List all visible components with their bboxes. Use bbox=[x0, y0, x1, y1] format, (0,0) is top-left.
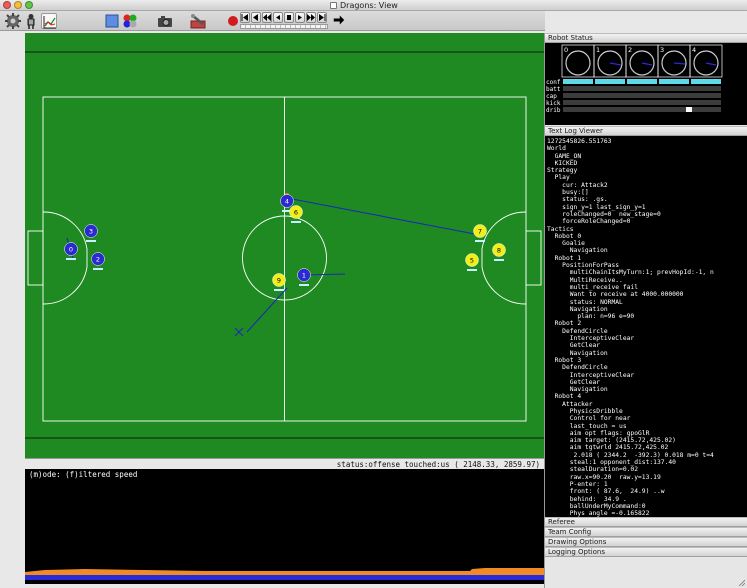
robot-status-header[interactable]: Robot Status bbox=[545, 33, 747, 43]
drawing-options-panel-header[interactable]: Drawing Options bbox=[545, 537, 747, 547]
chart-icon[interactable] bbox=[41, 13, 57, 29]
rewind-icon[interactable] bbox=[262, 12, 272, 23]
forward-arrow-icon[interactable] bbox=[333, 14, 345, 26]
record-icon[interactable] bbox=[225, 13, 241, 29]
zoom-icon[interactable] bbox=[25, 1, 33, 9]
robot-yellow-8-label: 8 bbox=[497, 247, 501, 255]
play-reverse-icon[interactable] bbox=[251, 12, 261, 23]
referee-panel-header[interactable]: Referee bbox=[545, 517, 747, 527]
window-title-text: Dragons: View bbox=[340, 1, 398, 10]
app-window: Dragons: View 0 1 2 3 4 5 6 7 8 9 status… bbox=[0, 0, 747, 588]
close-icon[interactable] bbox=[3, 1, 11, 9]
status-bar: status:offense touched:us ( 2148.33, 285… bbox=[25, 458, 544, 469]
robot-yellow-6-label: 6 bbox=[294, 209, 298, 217]
camera-icon[interactable] bbox=[157, 13, 173, 29]
team-config-panel-header[interactable]: Team Config bbox=[545, 527, 747, 537]
text-log-header[interactable]: Text Log Viewer bbox=[545, 126, 747, 136]
referee-icon[interactable] bbox=[23, 13, 39, 29]
speed-graph[interactable]: (m)ode: (f)iltered speed bbox=[25, 469, 544, 584]
robot-yellow-9-label: 9 bbox=[277, 277, 281, 285]
robot-status-id-1: 1 bbox=[596, 46, 600, 54]
title-bar: Dragons: View bbox=[0, 0, 747, 11]
document-icon bbox=[330, 2, 337, 9]
robot-blue-3-label: 3 bbox=[89, 228, 93, 236]
team-icon[interactable] bbox=[122, 13, 138, 29]
field-view[interactable]: 0 1 2 3 4 5 6 7 8 9 bbox=[25, 33, 544, 458]
robot-status-row-drib: drib bbox=[546, 107, 561, 114]
window-title: Dragons: View bbox=[330, 0, 398, 11]
text-log-content: 1272545826.551763 World GAME_ON KICKED S… bbox=[547, 138, 714, 517]
graph-series-a bbox=[25, 568, 544, 575]
robot-yellow-5-label: 5 bbox=[470, 257, 474, 265]
robot-blue-0-label: 0 bbox=[69, 246, 73, 254]
resize-grip-icon[interactable] bbox=[737, 578, 745, 586]
minimize-icon[interactable] bbox=[14, 1, 22, 9]
robot-blue-4-label: 4 bbox=[285, 198, 289, 206]
playback-progress[interactable] bbox=[240, 24, 328, 29]
step-prev-icon[interactable] bbox=[273, 12, 283, 23]
robot-status-id-4: 4 bbox=[692, 46, 696, 54]
robot-status-row-conf: conf bbox=[546, 79, 561, 86]
robot-status-panel: 0 1 2 3 4 conf batt cap kick drib bbox=[545, 43, 747, 125]
robot-yellow-7-label: 7 bbox=[478, 228, 482, 236]
toolbar bbox=[0, 11, 545, 31]
side-panel-filler bbox=[545, 558, 747, 588]
robot-status-id-3: 3 bbox=[660, 46, 664, 54]
speed-graph-canvas bbox=[25, 568, 544, 580]
step-forward-icon[interactable] bbox=[317, 12, 327, 23]
square-icon[interactable] bbox=[104, 13, 120, 29]
pause-icon[interactable] bbox=[284, 12, 294, 23]
fast-forward-icon[interactable] bbox=[306, 12, 316, 23]
logging-options-panel-header[interactable]: Logging Options bbox=[545, 547, 747, 557]
robot-blue-1-label: 1 bbox=[302, 272, 306, 280]
robot-status-id-0: 0 bbox=[564, 46, 568, 54]
robot-status-row-kick: kick bbox=[546, 100, 561, 107]
robot-status-row-cap: cap bbox=[546, 93, 557, 100]
graph-series-b bbox=[25, 575, 544, 580]
tools-icon[interactable] bbox=[190, 13, 206, 29]
text-log-viewer[interactable]: 1272545826.551763 World GAME_ON KICKED S… bbox=[545, 136, 747, 517]
step-next-icon[interactable] bbox=[295, 12, 305, 23]
robot-status-id-2: 2 bbox=[628, 46, 632, 54]
robot-gear-icon[interactable] bbox=[5, 13, 21, 29]
field-canvas[interactable]: 0 1 2 3 4 5 6 7 8 9 bbox=[25, 33, 544, 458]
robot-status-row-batt: batt bbox=[546, 86, 561, 93]
side-panel: Robot Status 0 1 2 3 4 conf batt cap kic… bbox=[544, 33, 747, 588]
graph-mode-text: (m)ode: (f)iltered speed bbox=[29, 470, 138, 479]
robot-blue-2-label: 2 bbox=[96, 256, 100, 264]
step-back-icon[interactable] bbox=[240, 12, 250, 23]
robot-status-canvas: 0 1 2 3 4 bbox=[561, 44, 723, 112]
